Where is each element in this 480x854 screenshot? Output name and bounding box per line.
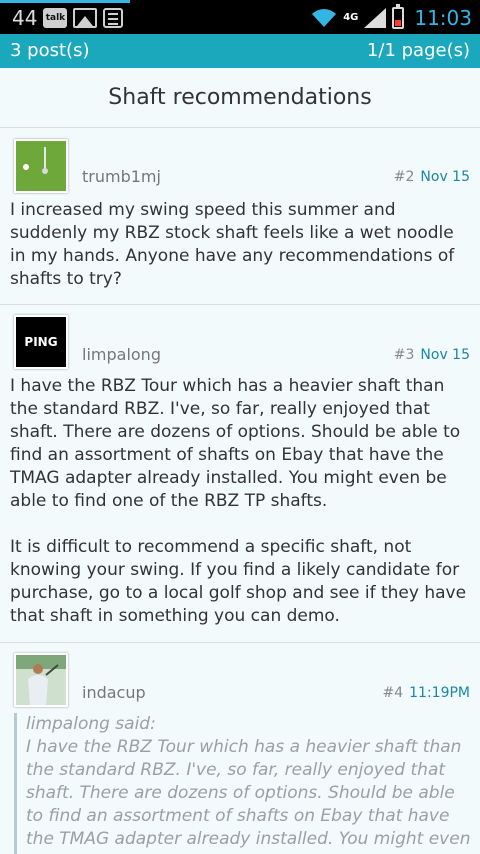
quote-author: limpalong said: — [26, 714, 156, 734]
clock: 11:03 — [414, 6, 472, 30]
avatar[interactable] — [14, 139, 68, 193]
post-paragraph: I have the RBZ Tour which has a heavier … — [10, 376, 461, 511]
post-author[interactable]: trumb1mj — [82, 167, 161, 186]
avatar[interactable]: PING — [14, 315, 68, 369]
post-date: 11:19PM — [409, 685, 470, 701]
post-count: 3 post(s) — [10, 40, 90, 61]
ping-logo-icon: PING — [24, 335, 58, 349]
post-paragraph: It is difficult to recommend a specific … — [10, 537, 467, 626]
thread-title: Shaft recommendations — [108, 85, 372, 110]
wifi-icon — [312, 9, 337, 27]
post-item: indacup #4 11:19PM limpalong said: I have… — [0, 643, 480, 854]
notes-icon — [103, 8, 124, 28]
post-paragraph: I increased my swing speed this summer a… — [10, 200, 455, 289]
battery-icon — [392, 4, 405, 29]
notification-count: 44 — [12, 6, 38, 30]
post-author[interactable]: limpalong — [82, 345, 161, 364]
signal-icon — [364, 8, 387, 28]
network-type: 4G — [343, 12, 359, 23]
thread-title-bar: Shaft recommendations — [0, 68, 480, 128]
post-body: I have the RBZ Tour which has a heavier … — [10, 375, 472, 628]
golf-ball-avatar-icon — [16, 141, 66, 191]
avatar[interactable] — [14, 653, 68, 707]
post-date: Nov 15 — [420, 169, 470, 185]
thread-header: 3 post(s) 1/1 page(s) — [0, 34, 480, 68]
post-date: Nov 15 — [420, 347, 470, 363]
post-body: I increased my swing speed this summer a… — [10, 199, 472, 291]
post-number: #2 — [393, 169, 415, 185]
quote-block: limpalong said: I have the RBZ Tour whic… — [14, 713, 472, 854]
status-bar-accent-line — [0, 0, 130, 3]
golfer-photo-avatar-icon — [16, 655, 66, 705]
post-item: trumb1mj #2 Nov 15 I increased my swing s… — [0, 129, 480, 305]
post-meta: #3 Nov 15 — [394, 347, 470, 363]
quote-text: I have the RBZ Tour which has a heavier … — [26, 737, 471, 854]
post-meta: #2 Nov 15 — [394, 169, 470, 185]
post-item: PING limpalong #3 Nov 15 I have the RBZ T… — [0, 305, 480, 643]
post-author[interactable]: indacup — [82, 683, 146, 702]
post-number: #4 — [382, 685, 404, 701]
page-count[interactable]: 1/1 page(s) — [367, 40, 470, 61]
post-meta: #4 11:19PM — [382, 685, 470, 701]
post-number: #3 — [393, 347, 415, 363]
status-bar: 44 talk 4G 11:03 — [0, 0, 480, 34]
talk-icon: talk — [43, 8, 68, 28]
image-icon — [73, 8, 98, 28]
